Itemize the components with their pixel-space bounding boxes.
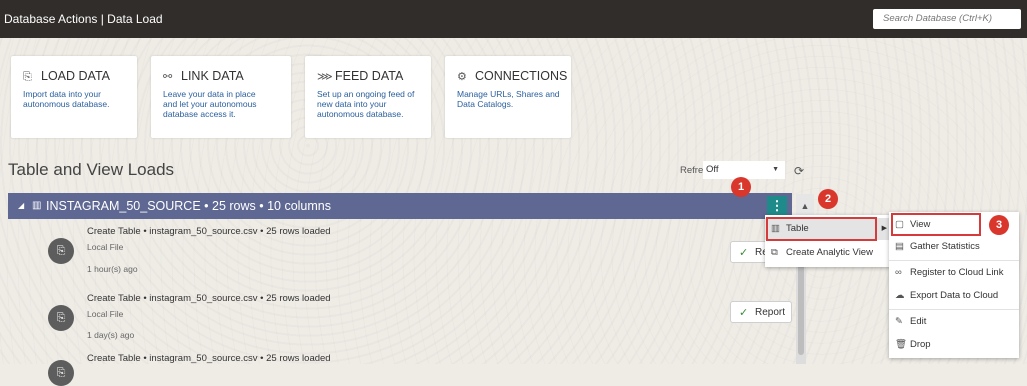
collapse-triangle-icon[interactable]: ◢ — [18, 201, 24, 210]
load-data-icon: ⎘ — [23, 71, 32, 83]
list-item: ⎘ Create Table • instagram_50_source.csv… — [8, 222, 792, 282]
connections-card[interactable]: ⚙ CONNECTIONS Manage URLs, Shares and Data… — [445, 56, 571, 138]
menu-item-gather-statistics[interactable]: ▤ Gather Statistics — [889, 236, 1019, 258]
highlight-table-item — [766, 217, 877, 241]
trash-icon: 🗑 — [895, 339, 908, 350]
load-title: Create Table • instagram_50_source.csv •… — [87, 353, 331, 364]
analytic-view-icon: ⧉ — [771, 247, 778, 258]
report-button[interactable]: ✓ Report — [730, 301, 792, 323]
card-title: CONNECTIONS — [475, 69, 568, 83]
feed-icon: ⋙ — [317, 71, 333, 83]
step-badge-2: 2 — [818, 189, 838, 209]
load-avatar-icon: ⎘ — [48, 238, 74, 264]
load-title: Create Table • instagram_50_source.csv •… — [87, 293, 331, 304]
kebab-menu-button[interactable]: ⋮ — [767, 196, 787, 216]
menu-divider — [889, 309, 1019, 310]
menu-item-register-to-cloud-link[interactable]: ∞ Register to Cloud Link — [889, 262, 1019, 284]
card-title: LOAD DATA — [41, 69, 110, 83]
cloud-export-icon: ☁ — [895, 290, 905, 301]
app-title: Database Actions | Data Load — [4, 12, 163, 26]
link-icon: ⚯ — [163, 71, 173, 83]
load-source: Local File — [87, 309, 124, 319]
table-group-name: INSTAGRAM_50_SOURCE • 25 rows • 10 colum… — [46, 199, 332, 213]
table-icon: ▥ — [32, 200, 42, 211]
menu-item-create-analytic-view[interactable]: ⧉ Create Analytic View — [765, 242, 891, 264]
card-description: Import data into your autonomous database… — [23, 89, 110, 109]
load-data-card[interactable]: ⎘ LOAD DATA Import data into your autonomo… — [11, 56, 137, 138]
list-item: ⎘ Create Table • instagram_50_source.csv… — [8, 350, 790, 386]
menu-item-export-data-to-cloud[interactable]: ☁ Export Data to Cloud — [889, 285, 1019, 307]
check-icon: ✓ — [739, 247, 749, 259]
card-description: Manage URLs, Shares and Data Catalogs. — [457, 89, 560, 109]
list-item: ⎘ Create Table • instagram_50_source.csv… — [8, 289, 792, 349]
menu-item-drop[interactable]: 🗑 Drop — [889, 334, 1019, 356]
menu-item-edit[interactable]: ✎ Edit — [889, 311, 1019, 333]
refresh-select[interactable]: Off ▼ — [703, 161, 785, 179]
load-avatar-icon: ⎘ — [48, 305, 74, 331]
load-age: 1 day(s) ago — [87, 330, 135, 340]
load-age: 1 hour(s) ago — [87, 264, 138, 274]
cloud-link-icon: ∞ — [895, 267, 902, 278]
search-input[interactable]: Search Database (Ctrl+K) — [873, 9, 1021, 29]
card-title: LINK DATA — [181, 69, 244, 83]
check-icon: ✓ — [739, 307, 749, 319]
step-badge-1: 1 — [731, 177, 751, 197]
card-description: Set up an ongoing feed of new data into y… — [317, 89, 415, 119]
top-bar: Database Actions | Data Load Search Data… — [0, 0, 1027, 38]
submenu-arrow-icon: ▶ — [881, 225, 887, 232]
step-badge-3: 3 — [989, 215, 1009, 235]
refresh-icon[interactable]: ⟳ — [794, 164, 804, 178]
load-title: Create Table • instagram_50_source.csv •… — [87, 226, 331, 237]
section-title: Table and View Loads — [8, 160, 175, 179]
menu-divider — [889, 260, 1019, 261]
edit-icon: ✎ — [895, 316, 903, 327]
link-data-card[interactable]: ⚯ LINK DATA Leave your data in place and l… — [151, 56, 291, 138]
load-source: Local File — [87, 242, 124, 252]
gear-icon: ⚙ — [457, 71, 467, 83]
statistics-icon: ▤ — [895, 241, 904, 252]
card-description: Leave your data in place and let your aut… — [163, 89, 257, 119]
chevron-down-icon: ▼ — [772, 166, 779, 173]
card-title: FEED DATA — [335, 69, 404, 83]
highlight-view-item — [891, 213, 981, 236]
feed-data-card[interactable]: ⋙ FEED DATA Set up an ongoing feed of new … — [305, 56, 431, 138]
table-group-header[interactable]: ◢ ▥ INSTAGRAM_50_SOURCE • 25 rows • 10 c… — [8, 193, 792, 219]
